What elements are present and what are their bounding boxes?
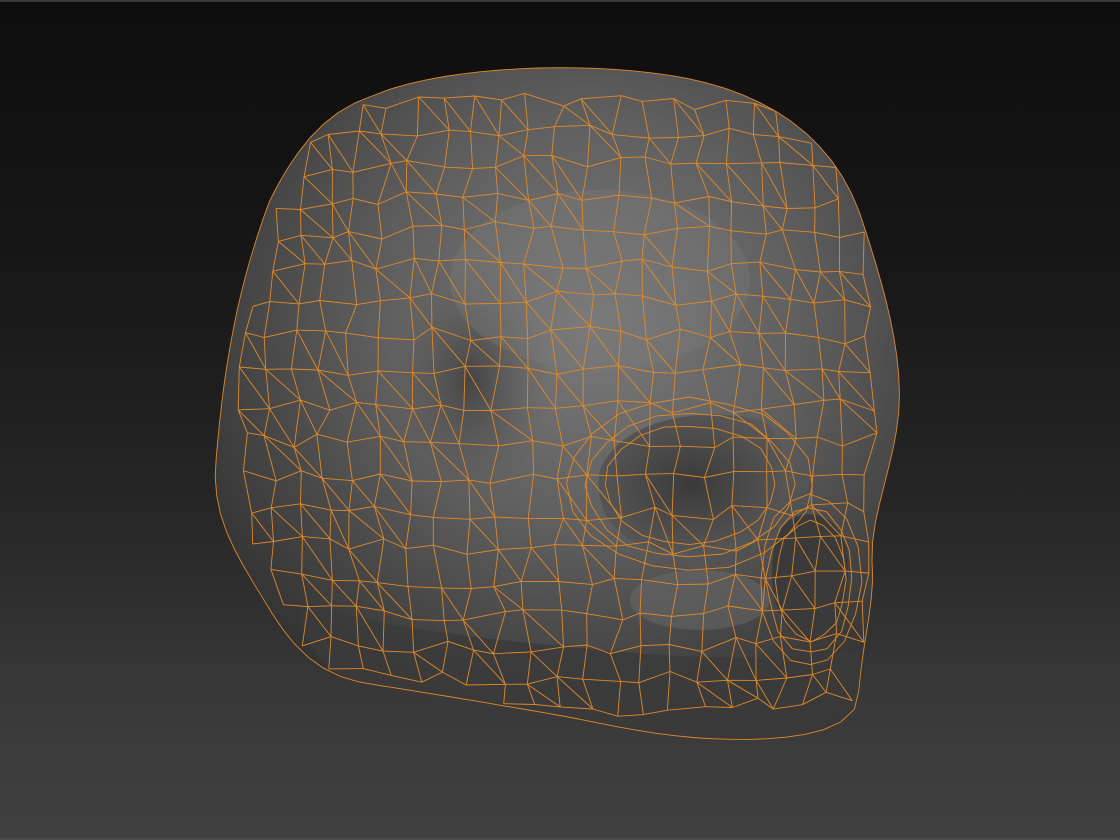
wire-edge [300, 209, 302, 236]
wire-contour [575, 67, 595, 69]
wire-edge [330, 605, 333, 637]
skull-mesh[interactable] [215, 67, 900, 740]
wire-edge [649, 137, 679, 139]
wire-edge [444, 619, 464, 622]
wire-edge [663, 426, 689, 428]
wire-edge [820, 535, 841, 537]
wire-edge [645, 473, 674, 475]
wire-edge [405, 160, 408, 192]
wire-contour [711, 738, 731, 740]
wire-edge [708, 196, 710, 227]
wire-edge [617, 365, 619, 401]
wire-edge [841, 473, 865, 476]
wire-edge [305, 263, 325, 265]
wire-edge [464, 302, 501, 305]
wire-contour [871, 541, 874, 561]
wire-edge [820, 270, 840, 273]
wire-edge [620, 156, 646, 159]
wire-edge [403, 441, 431, 443]
skull-model-canvas[interactable] [0, 0, 1120, 840]
wire-edge [649, 402, 651, 447]
wire-edge [695, 162, 727, 165]
cheekbone [630, 570, 770, 630]
wire-edge [527, 407, 556, 409]
sculpt-viewport[interactable] [0, 0, 1120, 840]
wire-edge [412, 480, 442, 483]
